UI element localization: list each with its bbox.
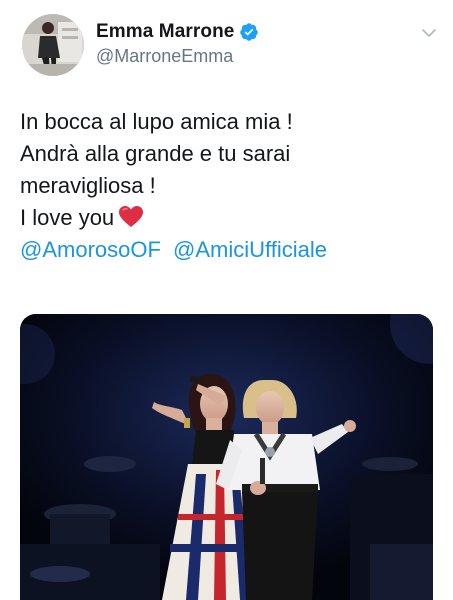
author-names: Emma Marrone @MarroneEmma: [96, 20, 259, 67]
verified-badge-icon: [239, 22, 259, 42]
tweet-text-love: I love you: [20, 205, 115, 230]
tweet-body: In bocca al lupo amica mia ! Andrà alla …: [20, 106, 435, 266]
red-heart-icon: [118, 205, 144, 229]
tweet-photo[interactable]: [20, 314, 433, 600]
mention-link[interactable]: @AmorosoOF: [20, 237, 161, 262]
tweet-header: Emma Marrone @MarroneEmma: [22, 14, 442, 78]
concert-photo: [20, 314, 433, 600]
author-handle[interactable]: @MarroneEmma: [96, 46, 259, 67]
author-avatar[interactable]: [22, 14, 84, 76]
tweet-text-line: meravigliosa !: [20, 173, 156, 198]
tweet-text-line: Andrà alla grande e tu sarai: [20, 141, 291, 166]
tweet-mentions: @AmorosoOF @AmiciUfficiale: [20, 234, 435, 266]
author-display-name[interactable]: Emma Marrone: [96, 21, 234, 43]
tweet-text-line-love: I love you: [20, 202, 435, 234]
tweet-card: Emma Marrone @MarroneEmma In bocca al lu…: [0, 0, 453, 600]
chevron-down-icon[interactable]: [420, 24, 438, 42]
mention-link[interactable]: @AmiciUfficiale: [173, 237, 327, 262]
tweet-text-line: In bocca al lupo amica mia !: [20, 109, 293, 134]
display-name-row: Emma Marrone: [96, 20, 259, 44]
